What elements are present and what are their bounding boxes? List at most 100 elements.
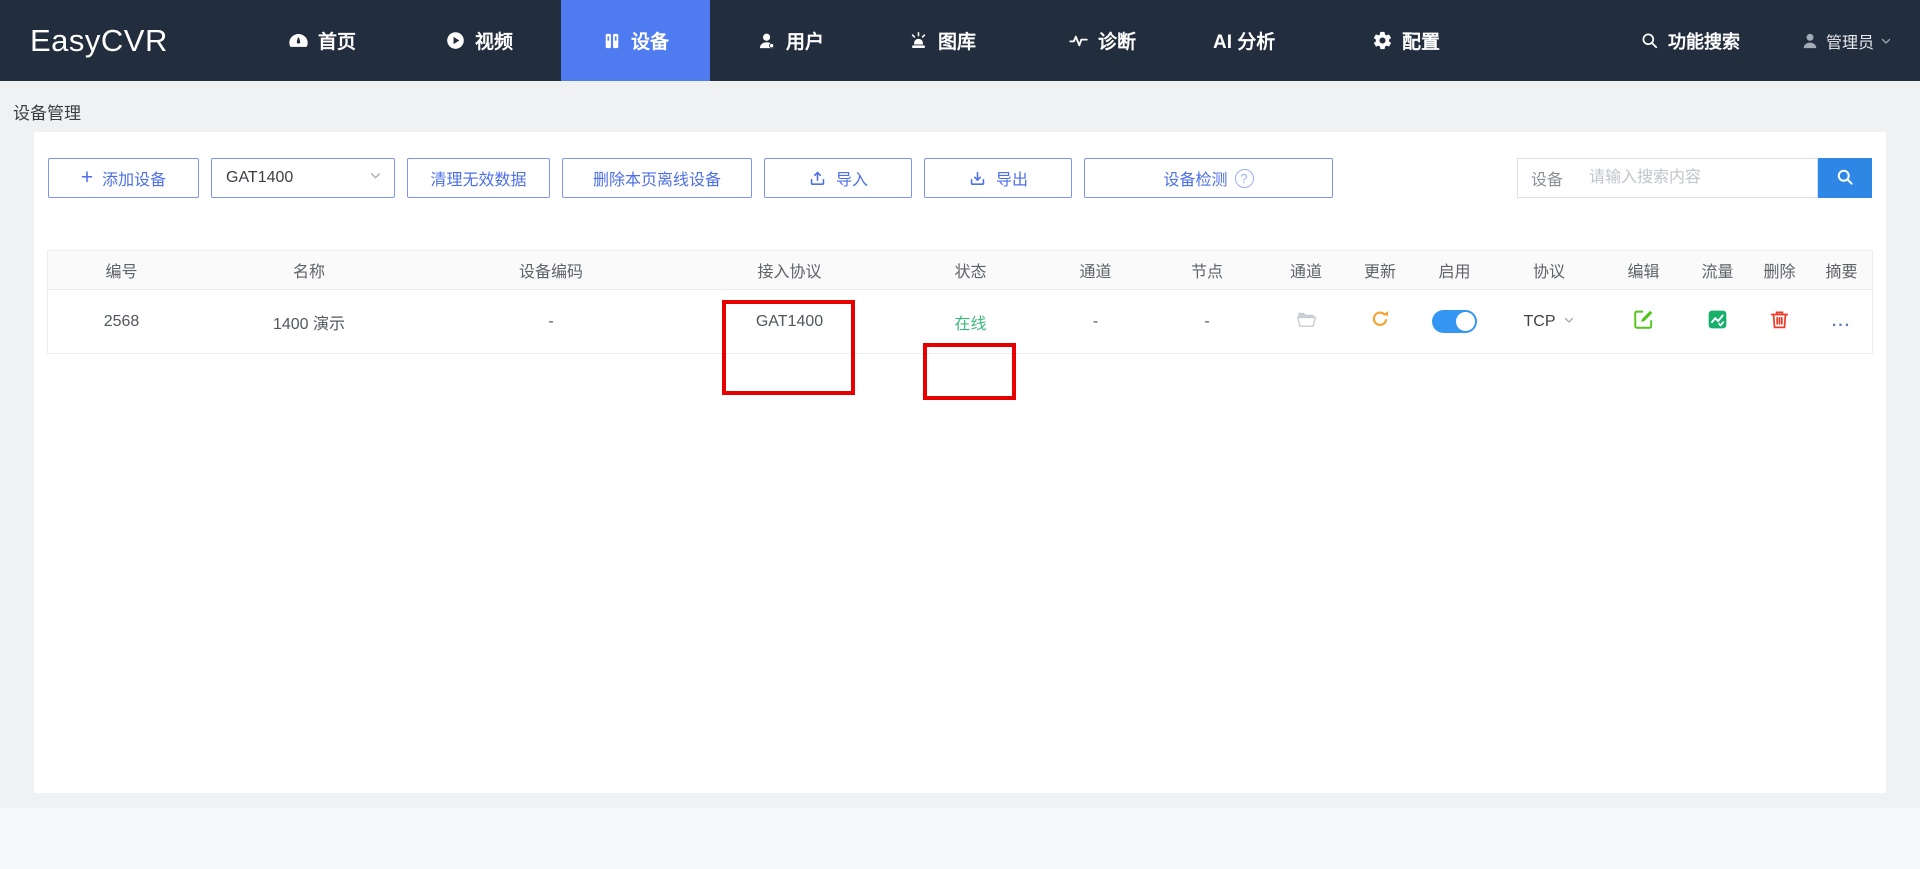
function-search-label: 功能搜索	[1668, 31, 1740, 52]
brand-logo: EasyCVR	[30, 23, 168, 58]
add-device-button[interactable]: + 添加设备	[48, 158, 199, 198]
user-icon	[757, 31, 777, 51]
top-navbar: EasyCVR 首页 视频 设备 用户 图库 诊断 AI 分析 配置 功能搜索 …	[0, 0, 1920, 81]
summary-more-button[interactable]: ...	[1832, 313, 1851, 331]
download-icon	[968, 169, 987, 188]
chevron-down-icon	[369, 169, 382, 187]
nav-item-video[interactable]: 视频	[445, 0, 513, 81]
open-channel-button[interactable]	[1264, 308, 1348, 336]
search-group: 设备	[1517, 158, 1872, 198]
nav-item-label: 用户	[786, 32, 825, 53]
table-header-row: 编号 名称 设备编码 接入协议 状态 通道 节点 通道 更新 启用 协议 编辑 …	[47, 250, 1873, 290]
search-icon	[1835, 167, 1855, 190]
admin-avatar-icon	[1800, 31, 1820, 51]
nav-item-ai-analysis[interactable]: AI 分析	[1213, 0, 1275, 81]
header-status: 状态	[954, 264, 987, 281]
refresh-device-button[interactable]	[1348, 308, 1412, 335]
play-circle-icon	[445, 30, 466, 51]
header-update: 更新	[1363, 264, 1396, 281]
edit-device-button[interactable]	[1601, 308, 1686, 336]
plus-icon: +	[80, 165, 94, 189]
header-access-protocol: 接入协议	[757, 264, 822, 281]
refresh-icon	[1369, 308, 1391, 335]
nav-item-label: 诊断	[1098, 32, 1137, 53]
clean-invalid-label: 清理无效数据	[430, 172, 527, 189]
nav-item-label: 配置	[1402, 32, 1441, 53]
header-name: 名称	[292, 264, 325, 281]
folder-icon	[1295, 308, 1318, 336]
chevron-down-icon	[1880, 35, 1892, 47]
dashboard-icon	[288, 30, 309, 51]
status-badge: 在线	[954, 315, 987, 333]
edit-icon	[1632, 308, 1655, 336]
export-button[interactable]: 导出	[924, 158, 1072, 198]
header-id: 编号	[105, 264, 138, 281]
toolbar: + 添加设备 GAT1400 清理无效数据 删除本页离线设备 导入 导出 设备检…	[48, 158, 1872, 198]
page-background: 设备管理 + 添加设备 GAT1400 清理无效数据 删除本页离线设备 导入 导…	[0, 81, 1920, 808]
nav-item-device-active[interactable]: 设备	[561, 0, 710, 81]
nav-item-config[interactable]: 配置	[1372, 0, 1440, 81]
nav-item-home[interactable]: 首页	[288, 0, 356, 81]
table-row: 2568 1400 演示 - GAT1400 在线 - - TCP ...	[47, 290, 1873, 354]
protocol-filter-select[interactable]: GAT1400	[211, 158, 395, 198]
function-search[interactable]: 功能搜索	[1640, 0, 1740, 81]
delete-device-button[interactable]	[1749, 308, 1810, 336]
header-traffic: 流量	[1701, 264, 1734, 281]
admin-menu[interactable]: 管理员	[1800, 0, 1892, 81]
cell-access-protocol: GAT1400	[755, 312, 824, 330]
gear-icon	[1372, 30, 1393, 51]
stream-protocol-value: TCP	[1523, 312, 1556, 330]
search-input[interactable]	[1589, 159, 1817, 197]
delete-offline-label: 删除本页离线设备	[592, 172, 721, 189]
cell-node: -	[1204, 312, 1210, 330]
device-table: 编号 名称 设备编码 接入协议 状态 通道 节点 通道 更新 启用 协议 编辑 …	[47, 250, 1873, 354]
stream-protocol-select[interactable]: TCP	[1524, 313, 1575, 331]
trash-icon	[1768, 308, 1791, 336]
cell-id: 2568	[103, 312, 140, 330]
header-device-code: 设备编码	[518, 264, 583, 281]
help-icon: ?	[1234, 168, 1254, 188]
search-box: 设备	[1517, 158, 1818, 198]
nav-item-label: 首页	[318, 32, 357, 53]
header-node: 节点	[1190, 264, 1223, 281]
import-label: 导入	[835, 172, 868, 189]
header-edit: 编辑	[1627, 264, 1660, 281]
header-protocol: 协议	[1532, 264, 1565, 281]
enable-toggle[interactable]	[1432, 310, 1477, 333]
cell-device-code: -	[548, 312, 554, 330]
header-channel-open: 通道	[1289, 264, 1322, 281]
protocol-filter-value: GAT1400	[226, 169, 294, 186]
chevron-down-icon	[1563, 313, 1575, 331]
pulse-icon	[1068, 30, 1089, 51]
breadcrumb: 设备管理	[13, 104, 81, 123]
search-icon	[1640, 31, 1659, 50]
clean-invalid-data-button[interactable]: 清理无效数据	[407, 158, 550, 198]
device-check-label: 设备检测	[1163, 172, 1228, 189]
nav-item-diagnosis[interactable]: 诊断	[1068, 0, 1136, 81]
import-button[interactable]: 导入	[764, 158, 912, 198]
nav-item-label: 设备	[630, 32, 669, 53]
device-check-button[interactable]: 设备检测 ?	[1084, 158, 1333, 198]
protocol-cell: TCP	[1497, 313, 1601, 331]
header-delete: 删除	[1763, 264, 1796, 281]
nav-item-label: 图库	[938, 32, 977, 53]
cell-name: 1400 演示	[272, 315, 346, 333]
cell-channels: -	[1092, 312, 1099, 330]
header-summary: 摘要	[1825, 264, 1858, 281]
header-enable: 启用	[1438, 264, 1471, 281]
add-device-label: 添加设备	[102, 172, 167, 189]
enable-cell	[1412, 310, 1497, 333]
traffic-chart-icon	[1706, 308, 1729, 336]
search-button[interactable]	[1818, 158, 1872, 198]
admin-label: 管理员	[1826, 34, 1875, 52]
nav-item-gallery[interactable]: 图库	[908, 0, 976, 81]
nav-item-label: 视频	[475, 32, 514, 53]
device-rack-icon	[602, 31, 622, 51]
upload-icon	[808, 169, 827, 188]
search-scope-label: 设备	[1531, 172, 1564, 189]
delete-offline-devices-button[interactable]: 删除本页离线设备	[562, 158, 752, 198]
traffic-stats-button[interactable]	[1686, 308, 1749, 336]
export-label: 导出	[995, 172, 1028, 189]
nav-item-user[interactable]: 用户	[757, 0, 824, 81]
header-channels: 通道	[1079, 264, 1112, 281]
